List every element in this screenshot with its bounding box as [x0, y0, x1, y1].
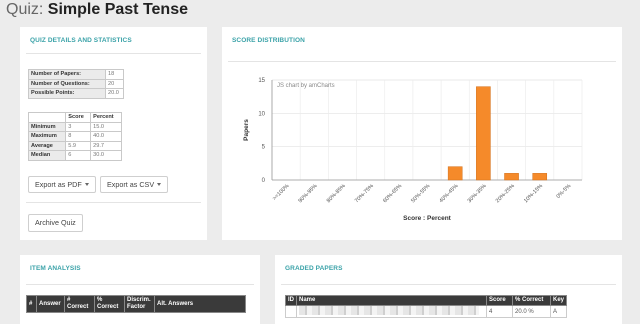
divider: [26, 284, 254, 285]
paper-name-image: [296, 305, 487, 318]
graded-papers-table: ID Name Score % Correct Key 4 20.0 % A: [285, 295, 568, 318]
table-row: Median 6 30.0: [27, 150, 122, 161]
handwritten-name-image: [299, 306, 479, 315]
paper-score: 4: [485, 305, 513, 318]
x-tick-label: 0%-5%: [556, 183, 573, 200]
table-row: Number of Papers: 18: [28, 69, 124, 80]
x-tick-label: 20%-25%: [495, 183, 516, 204]
score-distribution-panel: SCORE DISTRIBUTION 0 5 10 15 >=100% 90%-95% 80…: [222, 27, 622, 240]
export-csv-button[interactable]: Export as CSV: [100, 176, 169, 193]
export-csv-label: Export as CSV: [107, 180, 155, 189]
column-header: [27, 112, 67, 123]
table-row[interactable]: 4 20.0 % A: [285, 305, 568, 318]
bar: [504, 173, 519, 181]
quiz-details-heading: QUIZ DETAILS AND STATISTICS: [30, 37, 132, 44]
x-tick-label: 80%-85%: [326, 183, 347, 204]
divider: [26, 53, 201, 54]
x-tick-label: 50%-55%: [410, 183, 431, 204]
chevron-down-icon: [84, 183, 89, 186]
x-tick-label: 40%-45%: [438, 183, 459, 204]
info-value: 20.0: [105, 88, 124, 99]
item-analysis-heading: ITEM ANALYSIS: [30, 265, 81, 272]
amcharts-watermark: JS chart by amCharts: [277, 83, 335, 89]
export-pdf-button[interactable]: Export as PDF: [28, 176, 96, 193]
y-tick-label: 0: [262, 178, 266, 184]
y-tick-label: 5: [262, 145, 266, 151]
item-analysis-panel: ITEM ANALYSIS # Answer # Correct % Corre…: [20, 255, 260, 324]
table-row: Maximum 8 40.0: [27, 131, 122, 142]
stat-percent: 30.0: [90, 150, 122, 161]
paper-percent: 20.0 %: [511, 305, 551, 318]
column-header: Name: [296, 295, 487, 306]
column-header: #: [26, 295, 37, 313]
y-tick-label: 10: [258, 111, 265, 117]
x-tick-label: 90%-95%: [298, 183, 319, 204]
table-header-row: ID Name Score % Correct Key: [285, 295, 568, 306]
x-tick-label: 70%-75%: [354, 183, 375, 204]
table-header-row: Score Percent: [27, 112, 122, 123]
column-header: Discrim. Factor: [124, 295, 155, 313]
page-title: Quiz: Simple Past Tense: [6, 1, 188, 19]
quiz-info-table: Number of Papers: 18 Number of Questions…: [28, 69, 124, 99]
column-header: Answer: [36, 295, 65, 313]
info-label: Possible Points:: [28, 88, 106, 99]
y-tick-label: 15: [258, 78, 265, 84]
table-row: Average 5.9 29.7: [27, 140, 122, 151]
info-value: 18: [105, 69, 124, 80]
bar: [476, 86, 491, 181]
y-axis-title: Papers: [243, 119, 250, 141]
quiz-details-panel: QUIZ DETAILS AND STATISTICS Number of Pa…: [20, 27, 207, 240]
table-row: Possible Points: 20.0: [28, 88, 124, 99]
info-label: Number of Questions:: [28, 78, 106, 89]
archive-quiz-button[interactable]: Archive Quiz: [28, 214, 83, 232]
chevron-down-icon: [157, 183, 162, 186]
stat-label: Maximum: [27, 131, 67, 142]
item-analysis-table: # Answer # Correct % Correct Discrim. Fa…: [26, 295, 246, 313]
stat-percent: 40.0: [90, 131, 122, 142]
table-row: Number of Questions: 20: [28, 78, 124, 89]
graded-papers-panel: GRADED PAPERS ID Name Score % Correct Ke…: [275, 255, 622, 324]
info-label: Number of Papers:: [28, 69, 106, 80]
table-header-row: # Answer # Correct % Correct Discrim. Fa…: [26, 295, 246, 313]
stat-percent: 15.0: [90, 121, 122, 132]
divider: [281, 284, 616, 285]
paper-key: A: [549, 305, 568, 318]
x-axis-title: Score : Percent: [403, 215, 452, 222]
bar: [447, 166, 463, 181]
stat-score: 3: [65, 121, 92, 132]
x-tick-label: >=100%: [272, 183, 291, 202]
column-header: ID: [285, 295, 297, 306]
column-header: % Correct: [94, 295, 125, 313]
column-header: Percent: [90, 112, 122, 123]
graded-papers-heading: GRADED PAPERS: [285, 265, 343, 272]
score-distribution-chart: 0 5 10 15 >=100% 90%-95% 80%-85% 70%-75% 60%-65%…: [243, 78, 583, 222]
paper-id: [285, 305, 297, 318]
divider: [26, 202, 201, 203]
stat-score: 8: [65, 131, 92, 142]
column-header: # Correct: [64, 295, 95, 313]
page-title-prefix: Quiz:: [6, 1, 44, 18]
column-header: Alt. Answers: [154, 295, 246, 313]
stat-label: Minimum: [27, 121, 67, 132]
column-header: Score: [65, 112, 92, 123]
x-tick-label: 30%-35%: [467, 183, 488, 204]
export-pdf-label: Export as PDF: [35, 180, 82, 189]
column-header: % Correct: [511, 295, 551, 306]
bar: [532, 173, 548, 181]
info-value: 20: [105, 78, 124, 89]
column-header: Key: [549, 295, 568, 306]
stat-score: 5.9: [65, 140, 92, 151]
stat-score: 6: [65, 150, 92, 161]
stat-label: Median: [27, 150, 67, 161]
x-tick-label: 10%-15%: [523, 183, 544, 204]
quiz-name: Simple Past Tense: [47, 1, 188, 18]
score-stats-table: Score Percent Minimum 3 15.0 Maximum 8 4…: [27, 112, 122, 161]
stat-percent: 29.7: [90, 140, 122, 151]
column-header: Score: [485, 295, 513, 306]
table-row: Minimum 3 15.0: [27, 121, 122, 132]
stat-label: Average: [27, 140, 67, 151]
x-tick-label: 60%-65%: [382, 183, 403, 204]
